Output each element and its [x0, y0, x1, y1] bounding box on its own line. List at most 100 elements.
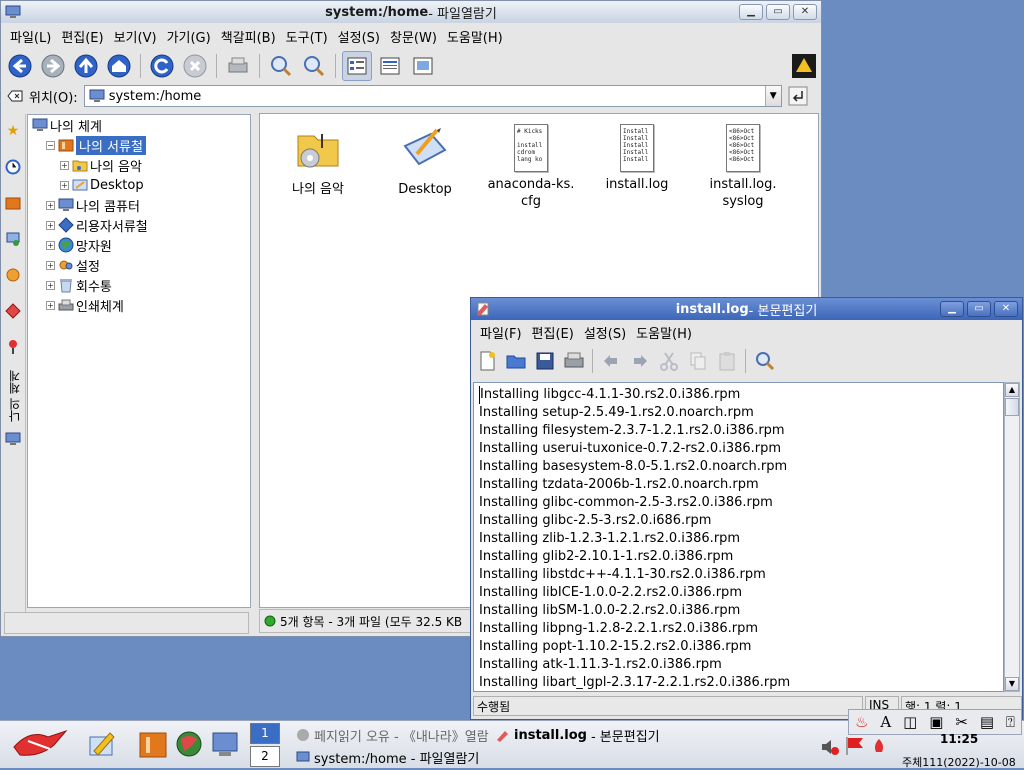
- up-button[interactable]: [71, 51, 101, 81]
- close-button[interactable]: ✕: [793, 4, 817, 20]
- history-tab[interactable]: [2, 154, 24, 180]
- undo-button[interactable]: [597, 347, 625, 375]
- collapse-icon[interactable]: −: [46, 140, 55, 150]
- location-input[interactable]: system:/home ▼: [83, 85, 782, 107]
- task-editor[interactable]: install.log - 본문편집기: [496, 725, 660, 745]
- editor-menu-settings[interactable]: 설정(S): [579, 323, 631, 342]
- print-button[interactable]: [223, 51, 253, 81]
- menu-file[interactable]: 파일(L): [5, 27, 56, 46]
- home-button[interactable]: [104, 51, 134, 81]
- editor-minimize-button[interactable]: ▁: [940, 301, 964, 317]
- forward-button[interactable]: [38, 51, 68, 81]
- tray-clipboard-icon[interactable]: ▤: [980, 713, 994, 731]
- tray-notes-icon[interactable]: ▣: [929, 713, 943, 731]
- tree-item[interactable]: + 회수통: [28, 275, 250, 295]
- expand-icon[interactable]: +: [46, 200, 55, 210]
- tree-item[interactable]: + 나의 음악: [28, 155, 250, 175]
- desktop-1-button[interactable]: 1: [250, 723, 280, 744]
- folder-tree[interactable]: 나의 체계 − 나의 서류철 + 나의 음악 + Desktop + 나의 콤퓨터 + 리용자서류철…: [27, 114, 251, 608]
- editor-text-area[interactable]: Installing libgcc-4.1.1-30.rs2.0.i386.rp…: [473, 382, 1004, 692]
- system-launcher-icon[interactable]: [208, 727, 242, 761]
- clear-location-icon[interactable]: [7, 88, 23, 104]
- tray-help-icon[interactable]: ⍰: [1006, 713, 1015, 731]
- tree-item[interactable]: + 설정: [28, 255, 250, 275]
- cut-button[interactable]: [655, 347, 683, 375]
- tray-flame-icon[interactable]: ♨: [855, 713, 868, 731]
- volume-muted-icon[interactable]: [820, 737, 840, 757]
- tree-item[interactable]: + Desktop: [28, 175, 250, 195]
- back-button[interactable]: [5, 51, 35, 81]
- zoom-out-button[interactable]: [299, 51, 329, 81]
- editor-titlebar[interactable]: install.log - 본문편집기 ▁ ▭ ✕: [471, 298, 1022, 320]
- menu-settings[interactable]: 설정(S): [333, 27, 385, 46]
- tree-item[interactable]: + 리용자서류철: [28, 215, 250, 235]
- menu-view[interactable]: 보기(V): [109, 27, 162, 46]
- go-icon[interactable]: [788, 86, 808, 106]
- file-item[interactable]: 나의 음악: [268, 114, 368, 198]
- scroll-up-button[interactable]: ▲: [1005, 383, 1019, 397]
- system-tab[interactable]: [2, 426, 24, 452]
- network-tab[interactable]: [2, 226, 24, 252]
- icon-view-button[interactable]: [342, 51, 372, 81]
- menu-edit[interactable]: 편집(E): [56, 27, 108, 46]
- tree-item[interactable]: + 나의 콤퓨터: [28, 195, 250, 215]
- paste-button[interactable]: [713, 347, 741, 375]
- tree-item[interactable]: + 망자원: [28, 235, 250, 255]
- pin-tab[interactable]: [2, 334, 24, 360]
- tray-tools-icon[interactable]: ✂: [955, 713, 968, 731]
- expand-icon[interactable]: +: [46, 240, 55, 250]
- file-item[interactable]: <86>Oct <86>Oct <86>Oct <86>Oct <86>Oct i…: [693, 114, 793, 210]
- tray-window-icon[interactable]: ◫: [903, 713, 917, 731]
- side-tab-label[interactable]: 나의 체계: [6, 370, 23, 422]
- preview-view-button[interactable]: [408, 51, 438, 81]
- editor-vertical-scrollbar[interactable]: ▲ ▼: [1004, 382, 1020, 692]
- file-item[interactable]: Install Install Install Install Install i…: [587, 114, 687, 193]
- start-menu-icon[interactable]: [10, 727, 70, 761]
- tray-font-icon[interactable]: A: [880, 713, 891, 731]
- tray-flame-small-icon[interactable]: [870, 737, 888, 755]
- bookmarks-tab[interactable]: ★: [2, 118, 24, 144]
- editor-close-button[interactable]: ✕: [994, 301, 1018, 317]
- reload-button[interactable]: [147, 51, 177, 81]
- expand-icon[interactable]: +: [60, 160, 69, 170]
- menu-tools[interactable]: 도구(T): [281, 27, 333, 46]
- editor-menu-help[interactable]: 도움말(H): [631, 323, 697, 342]
- save-button[interactable]: [531, 347, 559, 375]
- print-button[interactable]: [560, 347, 588, 375]
- filemanager-launcher-icon[interactable]: [136, 727, 170, 761]
- new-file-button[interactable]: [473, 347, 501, 375]
- tree-item[interactable]: + 인쇄체계: [28, 295, 250, 315]
- detail-view-button[interactable]: [375, 51, 405, 81]
- task-filemanager[interactable]: system:/home - 파일열람기: [296, 747, 479, 767]
- editor-launcher-icon[interactable]: [84, 727, 118, 761]
- minimize-button[interactable]: ▁: [739, 4, 763, 20]
- browser-launcher-icon[interactable]: [172, 727, 206, 761]
- expand-icon[interactable]: +: [46, 260, 55, 270]
- flag-icon[interactable]: [844, 735, 866, 757]
- redo-button[interactable]: [626, 347, 654, 375]
- editor-menu-file[interactable]: 파일(F): [475, 323, 527, 342]
- media-tab[interactable]: [2, 298, 24, 324]
- location-dropdown-button[interactable]: ▼: [764, 86, 781, 106]
- services-tab[interactable]: [2, 262, 24, 288]
- expand-icon[interactable]: +: [46, 280, 55, 290]
- menu-go[interactable]: 가기(G): [162, 27, 216, 46]
- open-file-button[interactable]: [502, 347, 530, 375]
- editor-menu-edit[interactable]: 편집(E): [527, 323, 579, 342]
- file-manager-titlebar[interactable]: system:/home - 파일열람기 ▁ ▭ ✕: [1, 1, 821, 23]
- scroll-down-button[interactable]: ▼: [1005, 677, 1019, 691]
- editor-maximize-button[interactable]: ▭: [967, 301, 991, 317]
- clock[interactable]: 11:25: [940, 732, 978, 746]
- scroll-thumb[interactable]: [1005, 398, 1019, 416]
- file-item[interactable]: # Kicks install cdrom lang ko anaconda-ks…: [481, 114, 581, 210]
- home-folder-tab[interactable]: [2, 190, 24, 216]
- stop-button[interactable]: [180, 51, 210, 81]
- task-browser[interactable]: 페지읽기 오유 - 《내나라》열람: [296, 725, 489, 745]
- find-button[interactable]: [750, 347, 778, 375]
- menu-help[interactable]: 도움말(H): [442, 27, 508, 46]
- expand-icon[interactable]: +: [46, 220, 55, 230]
- desktop-2-button[interactable]: 2: [250, 746, 280, 767]
- file-item[interactable]: Desktop: [375, 114, 475, 198]
- tree-item[interactable]: 나의 체계: [28, 115, 250, 135]
- expand-icon[interactable]: +: [46, 300, 55, 310]
